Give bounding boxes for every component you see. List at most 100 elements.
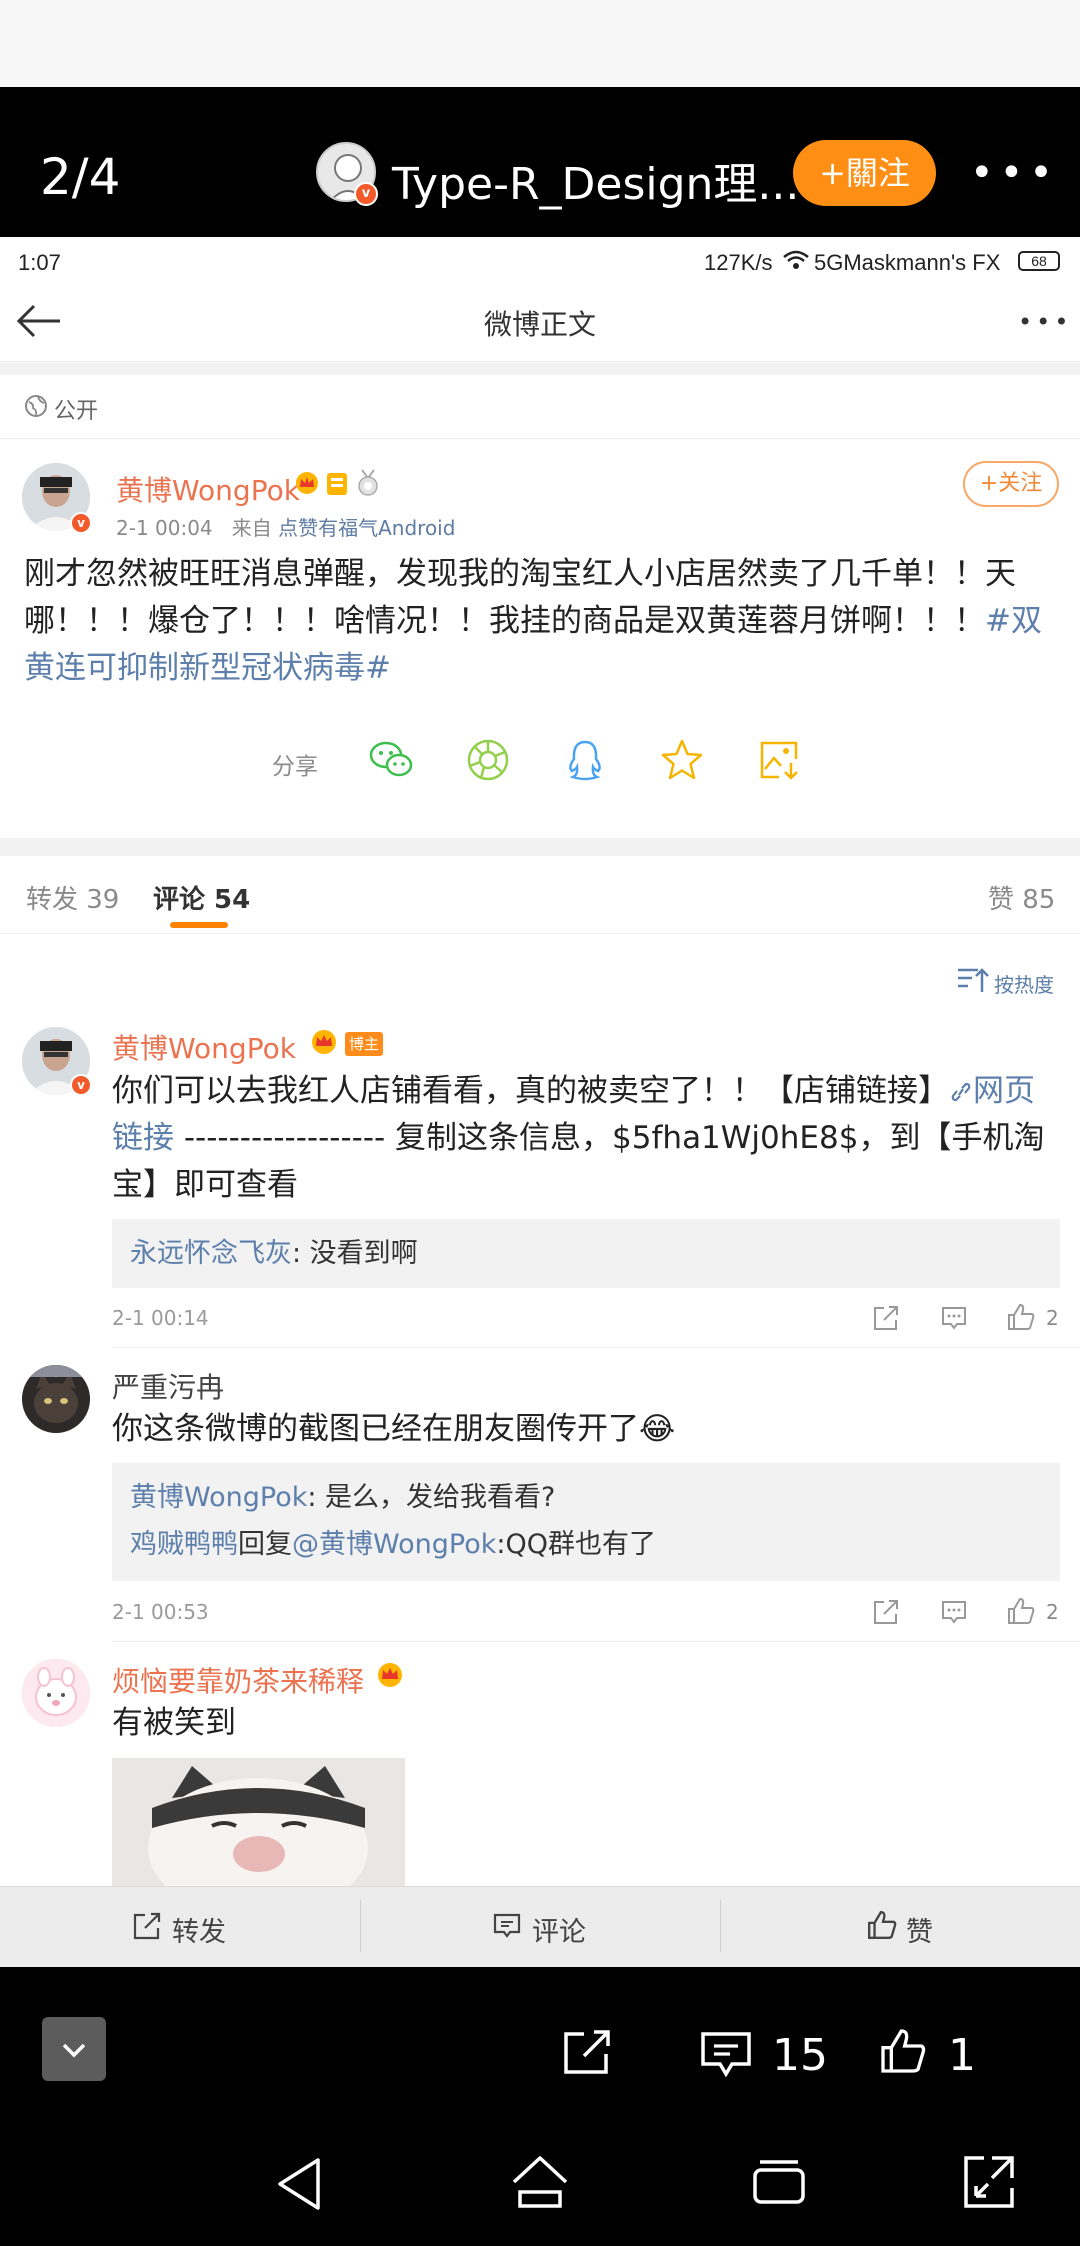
visibility-row — [0, 375, 1080, 439]
like-count: 2 — [1046, 1306, 1059, 1330]
moments-icon[interactable] — [465, 737, 511, 783]
favorite-star-icon[interactable] — [659, 737, 705, 783]
medal-icon — [356, 469, 380, 501]
post-meta: 2-1 00:04 来自 点赞有福气Android — [116, 512, 455, 541]
reply-icon[interactable] — [940, 1304, 968, 1332]
repost-icon[interactable] — [872, 1598, 900, 1626]
comment-author[interactable]: 烦恼要靠奶茶来稀释 — [112, 1660, 364, 1700]
comment-text: 你们可以去我红人店铺看看，真的被卖空了！！【店铺链接】 网页链接 --------… — [112, 1068, 1060, 1209]
active-tab-indicator — [170, 922, 228, 928]
reply-author[interactable]: 鸡贼鸭鸭 — [130, 1529, 238, 1560]
fullscreen-icon[interactable] — [962, 2154, 1016, 2214]
post-time: 2-1 00:04 — [116, 516, 213, 540]
reply-author[interactable]: 黄博WongPok — [130, 1482, 307, 1513]
reply-icon[interactable] — [940, 1598, 968, 1626]
divider — [112, 1347, 1080, 1348]
reply-preview[interactable]: 永远怀念飞灰: 没看到啊 — [112, 1219, 1060, 1288]
member-badge-icon — [326, 472, 348, 500]
wechat-icon[interactable] — [368, 737, 414, 783]
more-options-icon[interactable]: ••• — [970, 150, 1053, 196]
collapse-button[interactable] — [42, 2017, 106, 2081]
avatar[interactable] — [22, 1365, 90, 1433]
viewer-follow-button[interactable]: +關注 — [793, 140, 936, 206]
comment-text-part: 你们可以去我红人店铺看看，真的被卖空了！！【店铺链接】 — [112, 1073, 949, 1109]
battery-icon: 68 — [1018, 251, 1060, 271]
network-name: 5GMaskmann's FX — [814, 250, 1001, 275]
comment-author[interactable]: 严重污冉 — [112, 1366, 224, 1406]
verified-badge-icon: v — [354, 182, 378, 206]
comment-time: 2-1 00:14 — [112, 1306, 209, 1330]
nav-more-icon[interactable]: ••• — [1018, 308, 1072, 336]
reply-preview[interactable]: 黄博WongPok: 是么，发给我看看? 鸡贼鸭鸭回复@黄博WongPok:QQ… — [112, 1463, 1060, 1581]
like-button[interactable]: 赞 — [906, 1910, 933, 1949]
author-name[interactable]: 黄博WongPok — [116, 469, 300, 509]
follow-button[interactable]: +关注 — [963, 461, 1059, 507]
comment-count: 15 — [772, 2030, 828, 2081]
comment-text: 你这条微博的截图已经在朋友圈传开了😂 — [112, 1411, 676, 1447]
nav-recents-icon[interactable] — [752, 2158, 806, 2210]
status-bar: 1:07 127K/s 5GMaskmann's FX 68 — [0, 237, 1080, 287]
like-icon[interactable] — [1006, 1596, 1035, 1624]
chevron-down-icon — [62, 2043, 86, 2058]
repost-button[interactable]: 转发 — [172, 1910, 226, 1949]
repost-icon[interactable] — [872, 1304, 900, 1332]
nav-home-icon[interactable] — [510, 2154, 570, 2216]
mention-link[interactable]: @黄博WongPok — [292, 1529, 496, 1560]
divider — [720, 1900, 721, 1952]
reply-text: : 是么，发给我看看? — [307, 1482, 556, 1513]
comment-time: 2-1 00:53 — [112, 1600, 209, 1624]
verified-badge-icon: v — [70, 1074, 92, 1096]
vip-crown-icon — [310, 1029, 338, 1059]
like-count: 2 — [1046, 1600, 1059, 1624]
sort-label[interactable]: 按热度 — [994, 969, 1054, 998]
like-icon[interactable] — [878, 2026, 928, 2080]
reply-text: : 没看到啊 — [292, 1238, 418, 1269]
comment-image[interactable] — [112, 1758, 405, 1886]
sort-icon[interactable] — [956, 966, 990, 998]
reply-text: :QQ群也有了 — [496, 1529, 656, 1560]
tab-comment[interactable]: 评论 54 — [153, 879, 250, 916]
share-icon[interactable] — [562, 2028, 612, 2080]
post-source-prefix: 来自 — [231, 516, 272, 540]
divider — [360, 1900, 361, 1952]
reply-author[interactable]: 永远怀念飞灰 — [130, 1238, 292, 1269]
tab-like[interactable]: 赞 85 — [988, 879, 1055, 916]
section-separator — [0, 838, 1080, 856]
avatar[interactable] — [22, 1659, 90, 1727]
link-icon — [951, 1082, 971, 1102]
comment-text: 有被笑到 — [112, 1705, 236, 1741]
comment-icon[interactable] — [492, 1911, 522, 1945]
comment-author[interactable]: 黄博WongPok — [112, 1027, 296, 1067]
author-badge: 博主 — [345, 1032, 384, 1056]
comment-text-part: ------------------ 复制这条信息，$5fha1Wj0hE8$，… — [112, 1120, 1045, 1203]
share-label: 分享 — [272, 754, 318, 780]
viewer-account-name[interactable]: Type-R_Design理... — [392, 148, 799, 212]
qq-icon[interactable] — [562, 737, 608, 783]
image-counter: 2/4 — [40, 148, 121, 206]
status-speed: 127K/s — [704, 250, 773, 275]
like-icon[interactable] — [1006, 1302, 1035, 1330]
verified-badge-icon: v — [70, 512, 92, 534]
post-text: 刚才忽然被旺旺消息弹醒，发现我的淘宝红人小店居然卖了几千单！！天哪！！！爆仓了！… — [24, 551, 1059, 692]
top-blank-area — [0, 0, 1080, 87]
save-image-icon[interactable] — [757, 737, 803, 783]
repost-icon[interactable] — [132, 1911, 162, 1945]
status-time: 1:07 — [18, 250, 61, 275]
nav-back-icon[interactable] — [274, 2156, 324, 2216]
reply-line: 鸡贼鸭鸭回复@黄博WongPok:QQ群也有了 — [130, 1521, 1042, 1568]
post-text-content: 刚才忽然被旺旺消息弹醒，发现我的淘宝红人小店居然卖了几千单！！天哪！！！爆仓了！… — [24, 556, 1016, 639]
vip-crown-icon — [376, 1662, 404, 1692]
like-count: 1 — [948, 2030, 976, 2081]
comment-button[interactable]: 评论 — [532, 1910, 586, 1949]
reply-label: 回复 — [238, 1529, 292, 1560]
comment-icon[interactable] — [700, 2030, 752, 2082]
tab-repost[interactable]: 转发 39 — [26, 879, 119, 916]
reply-line: 黄博WongPok: 是么，发给我看看? — [130, 1474, 1042, 1521]
like-icon[interactable] — [866, 1909, 898, 1945]
vip-crown-icon — [294, 471, 320, 499]
globe-icon — [24, 394, 48, 422]
divider — [112, 1641, 1080, 1642]
post-source[interactable]: 点赞有福气Android — [278, 516, 455, 540]
visibility-label: 公开 — [54, 399, 99, 424]
section-separator — [0, 363, 1080, 375]
